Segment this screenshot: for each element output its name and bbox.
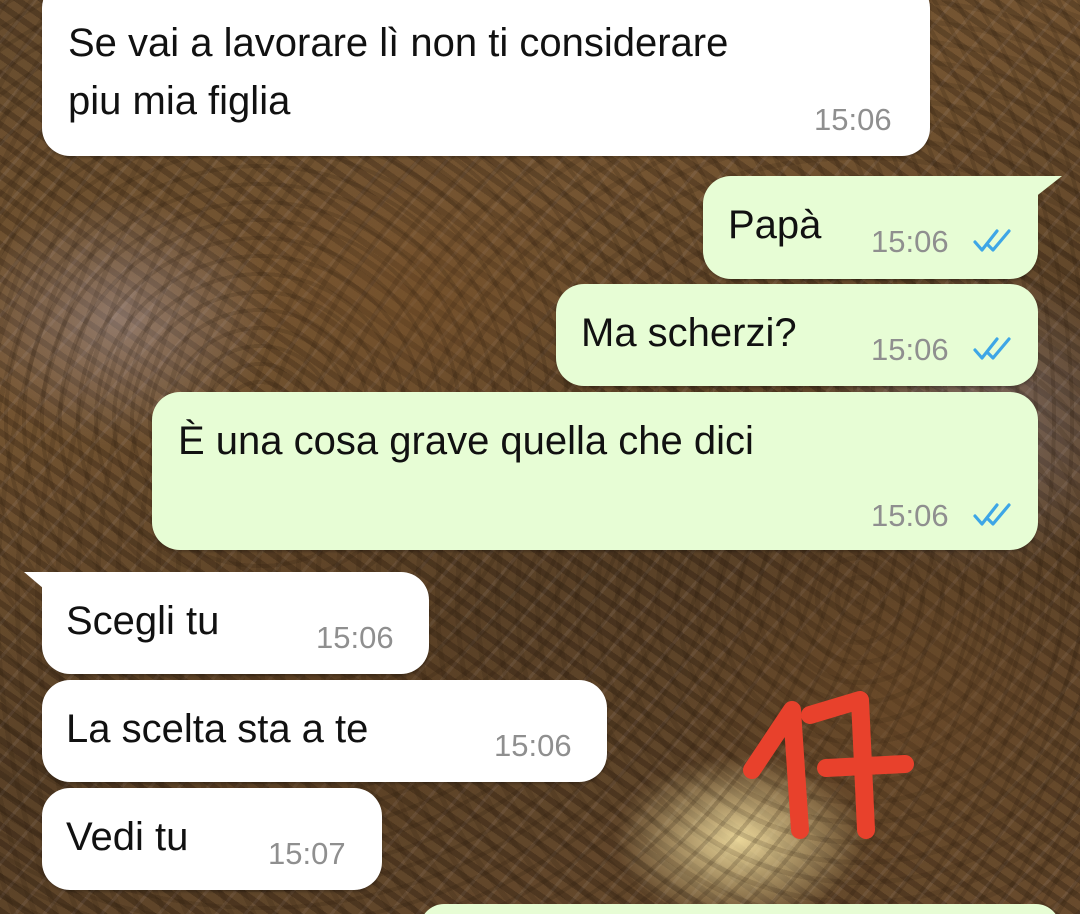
double-check-icon (973, 503, 1011, 526)
handwritten-annotation-17 (743, 691, 914, 839)
message-time: 15:07 (268, 836, 346, 871)
bubble-tail (24, 572, 50, 594)
message-time: 15:06 (316, 620, 394, 655)
message-text: È una cosa grave quella che dici (178, 419, 754, 463)
message-text: piu mia figlia (68, 79, 291, 123)
message-bubble-outgoing[interactable]: Papà 15:06 (703, 176, 1062, 279)
message-time: 15:06 (494, 728, 572, 763)
message-bubble-incoming[interactable]: Scegli tu 15:06 (24, 572, 429, 674)
double-check-icon (973, 337, 1011, 360)
message-bubble-incoming[interactable]: Vedi tu 15:07 (42, 788, 382, 890)
message-bubble-incoming[interactable]: Se vai a lavorare lì non ti considerare … (42, 0, 930, 156)
message-text: Papà (728, 203, 822, 247)
message-text: Se vai a lavorare lì non ti considerare (68, 21, 729, 65)
message-text: La scelta sta a te (66, 707, 369, 751)
message-time: 15:06 (871, 498, 949, 533)
message-time: 15:06 (871, 332, 949, 367)
message-time: 15:06 (814, 102, 892, 137)
message-bubble-outgoing[interactable]: Ma scherzi? 15:06 (556, 284, 1038, 386)
double-check-icon (973, 229, 1011, 252)
message-bubble-incoming[interactable]: La scelta sta a te 15:06 (42, 680, 607, 782)
message-text: Ma scherzi? (581, 311, 797, 355)
message-text: Vedi tu (66, 815, 189, 859)
message-text: Scegli tu (66, 599, 220, 643)
message-bubble-outgoing[interactable]: È una cosa grave quella che dici 15:06 (152, 392, 1038, 550)
message-time: 15:06 (871, 224, 949, 259)
message-bubble-outgoing-partial[interactable] (420, 904, 1060, 914)
bubble-tail (1034, 176, 1062, 198)
